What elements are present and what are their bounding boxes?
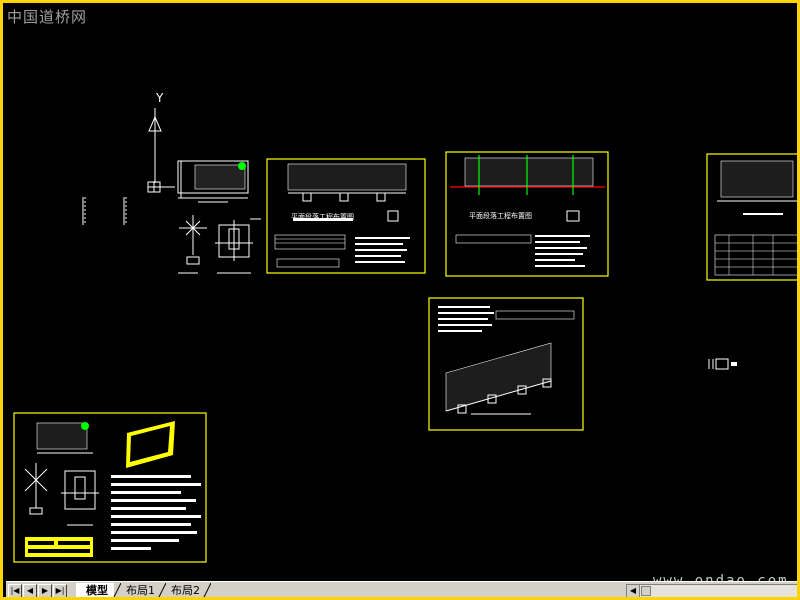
- y-axis-label: Y: [156, 91, 164, 105]
- cad-window: 中国道桥网 Y 平面段落工程布置图 平面段落工程布置图 www.ondao.co…: [0, 0, 800, 600]
- small-symbol: [708, 358, 737, 370]
- loose-elevation-drawing: [177, 160, 261, 274]
- model-space-canvas[interactable]: [3, 3, 800, 600]
- tab-model[interactable]: 模型: [76, 583, 114, 597]
- layout-tab-bar: |◀ ◀ ▶ ▶| 模型 布局1 布局2 ◀: [6, 581, 797, 597]
- section-marks: [82, 197, 127, 225]
- drawing-sheet-4[interactable]: [706, 153, 799, 281]
- ucs-icon: [147, 108, 175, 193]
- last-tab-button[interactable]: ▶|: [53, 584, 67, 597]
- next-tab-button[interactable]: ▶: [38, 584, 52, 597]
- drawing-sheet-5[interactable]: [428, 297, 584, 431]
- tab-separator: [203, 583, 211, 597]
- drawing-sheet-1[interactable]: [13, 412, 207, 563]
- horizontal-scrollbar[interactable]: ◀: [626, 584, 797, 597]
- source-watermark: 中国道桥网: [7, 8, 88, 26]
- prev-tab-button[interactable]: ◀: [23, 584, 37, 597]
- scroll-left-arrow[interactable]: ◀: [627, 585, 640, 597]
- first-tab-button[interactable]: |◀: [8, 584, 22, 597]
- sheet3-caption: 平面段落工程布置图: [469, 212, 532, 220]
- scroll-thumb[interactable]: [641, 586, 651, 596]
- tab-layout1[interactable]: 布局1: [116, 583, 161, 597]
- sheet2-caption: 平面段落工程布置图: [291, 213, 354, 221]
- tab-layout2[interactable]: 布局2: [161, 583, 206, 597]
